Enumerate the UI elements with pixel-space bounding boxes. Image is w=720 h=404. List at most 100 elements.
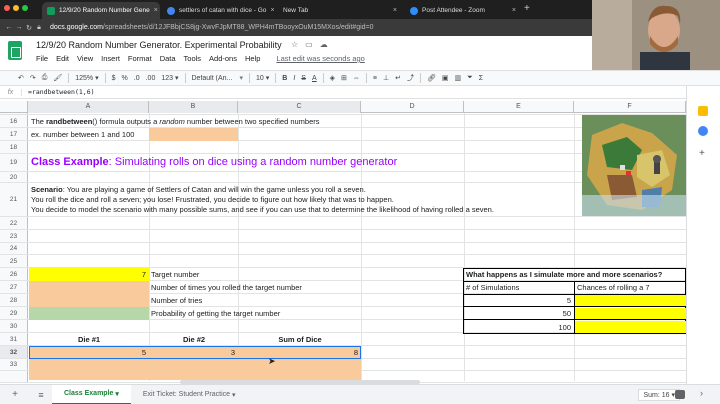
- text-wrap-icon[interactable]: ↵: [395, 74, 401, 82]
- menu-addons[interactable]: Add-ons: [209, 54, 237, 63]
- number-tries-cell[interactable]: [29, 294, 149, 307]
- font-select[interactable]: Default (Ari...: [192, 75, 234, 82]
- row-number[interactable]: 22: [0, 217, 28, 229]
- row-number[interactable]: 32: [0, 346, 28, 358]
- probability-cell[interactable]: [29, 307, 149, 320]
- simulations-header[interactable]: # of Simulations: [466, 283, 519, 292]
- row-number[interactable]: 19: [0, 154, 28, 171]
- row-number[interactable]: 33: [0, 359, 28, 370]
- close-tab-icon[interactable]: ×: [393, 7, 397, 14]
- number-tries-label[interactable]: Number of tries: [151, 296, 202, 305]
- redo-icon[interactable]: ↷: [30, 74, 36, 82]
- keep-icon[interactable]: [698, 106, 708, 116]
- dice-row-fill[interactable]: [29, 359, 361, 371]
- decrease-decimal-button[interactable]: .0: [134, 75, 140, 82]
- horizontal-align-icon[interactable]: ≡: [373, 75, 377, 82]
- menu-format[interactable]: Format: [128, 54, 152, 63]
- add-sheet-icon[interactable]: +: [0, 389, 30, 400]
- row-number[interactable]: 26: [0, 268, 28, 280]
- class-example-heading[interactable]: Class Example: Simulating rolls on dice …: [31, 156, 397, 168]
- target-number-cell[interactable]: 7: [29, 268, 149, 281]
- probability-label[interactable]: Probability of getting the target number: [151, 309, 280, 318]
- vertical-align-icon[interactable]: ⊥: [383, 74, 389, 82]
- sheet-tab-class-example[interactable]: Class Example ▾: [52, 384, 131, 404]
- close-tab-icon[interactable]: ×: [512, 7, 516, 14]
- chart-icon[interactable]: ▥: [455, 74, 462, 82]
- menu-help[interactable]: Help: [245, 54, 260, 63]
- borders-icon[interactable]: ⊞: [341, 74, 347, 82]
- maximize-window-icon[interactable]: [22, 5, 28, 11]
- row-number[interactable]: 21: [0, 183, 28, 216]
- merge-cells-icon[interactable]: ⇔: [353, 75, 360, 82]
- orange-cell[interactable]: [149, 128, 238, 141]
- row-number[interactable]: 23: [0, 230, 28, 242]
- last-edit-link[interactable]: Last edit was seconds ago: [276, 54, 364, 63]
- row-number[interactable]: 30: [0, 320, 28, 332]
- row-number[interactable]: 15: [0, 113, 28, 114]
- times-rolled-cell[interactable]: [29, 281, 149, 294]
- column-header-d[interactable]: D: [361, 101, 464, 113]
- simulations-value[interactable]: 100: [464, 321, 574, 333]
- comment-icon[interactable]: ▣: [442, 74, 449, 82]
- times-rolled-label[interactable]: Number of times you rolled the target nu…: [151, 283, 302, 292]
- reload-icon[interactable]: ↻: [24, 24, 34, 32]
- chances-header[interactable]: Chances of rolling a 7: [577, 283, 650, 292]
- scenario-text[interactable]: Scenario: You are playing a game of Sett…: [31, 185, 494, 215]
- menu-tools[interactable]: Tools: [184, 54, 202, 63]
- column-header-c[interactable]: C: [238, 101, 361, 113]
- chevron-right-icon[interactable]: ›: [700, 388, 703, 398]
- row-number[interactable]: 20: [0, 172, 28, 182]
- chance-cell[interactable]: [575, 295, 686, 307]
- browser-tab-zoom[interactable]: Post Attendee - Zoom ×: [405, 2, 521, 19]
- row-number[interactable]: 31: [0, 333, 28, 345]
- sum-indicator[interactable]: Sum: 16 ▾: [638, 388, 680, 401]
- intro-text[interactable]: The randbetween() formula outputs a rand…: [31, 117, 320, 126]
- forward-icon[interactable]: →: [14, 24, 24, 31]
- row-number[interactable]: 16: [0, 115, 28, 127]
- browser-tab-spreadsheet[interactable]: 12/9/20 Random Number Gene ×: [42, 2, 160, 19]
- functions-icon[interactable]: Σ: [479, 75, 483, 82]
- row-number[interactable]: 29: [0, 307, 28, 319]
- new-tab-icon[interactable]: +: [524, 3, 530, 14]
- currency-button[interactable]: $: [112, 75, 116, 82]
- text-rotate-icon[interactable]: ⤴: [407, 73, 414, 83]
- target-number-label[interactable]: Target number: [151, 270, 199, 279]
- minimize-window-icon[interactable]: [13, 5, 19, 11]
- percent-button[interactable]: %: [122, 75, 128, 82]
- fill-color-icon[interactable]: ◈: [330, 74, 335, 82]
- zoom-select[interactable]: 125% ▾: [75, 74, 98, 82]
- menu-data[interactable]: Data: [160, 54, 176, 63]
- sum-value[interactable]: 8: [239, 346, 361, 359]
- url-field[interactable]: docs.google.com/spreadsheets/d/12JFBbjCS…: [50, 24, 374, 31]
- document-title[interactable]: 12/9/20 Random Number Generator. Experim…: [36, 40, 282, 50]
- row-number[interactable]: 25: [0, 255, 28, 267]
- bold-button[interactable]: B: [282, 75, 287, 82]
- die2-value[interactable]: 3: [150, 346, 238, 359]
- formula-value[interactable]: =randbetween(1,6): [28, 88, 95, 96]
- menu-file[interactable]: File: [36, 54, 48, 63]
- example-text[interactable]: ex. number between 1 and 100: [31, 130, 134, 139]
- chance-cell[interactable]: [575, 308, 686, 320]
- menu-view[interactable]: View: [77, 54, 93, 63]
- column-header-e[interactable]: E: [464, 101, 574, 113]
- die1-value[interactable]: 5: [29, 346, 149, 359]
- italic-button[interactable]: I: [293, 75, 295, 82]
- filter-icon[interactable]: ⏷: [467, 74, 473, 82]
- font-size-select[interactable]: 10 ▾: [256, 74, 269, 82]
- row-number[interactable]: 27: [0, 281, 28, 293]
- chance-cell[interactable]: [575, 321, 686, 333]
- tasks-icon[interactable]: [698, 126, 708, 136]
- close-window-icon[interactable]: [4, 5, 10, 11]
- formula-bar[interactable]: fx =randbetween(1,6): [0, 86, 720, 99]
- increase-decimal-button[interactable]: .00: [146, 75, 156, 82]
- undo-icon[interactable]: ↶: [18, 74, 24, 82]
- row-number[interactable]: 18: [0, 141, 28, 153]
- column-header-a[interactable]: A: [28, 101, 149, 113]
- close-tab-icon[interactable]: ×: [270, 7, 274, 14]
- simulations-value[interactable]: 5: [464, 295, 574, 307]
- close-tab-icon[interactable]: ×: [154, 7, 158, 14]
- die1-header[interactable]: Die #1: [29, 333, 149, 346]
- catan-board-image[interactable]: [582, 115, 686, 216]
- strikethrough-button[interactable]: S: [301, 75, 306, 82]
- menu-edit[interactable]: Edit: [56, 54, 69, 63]
